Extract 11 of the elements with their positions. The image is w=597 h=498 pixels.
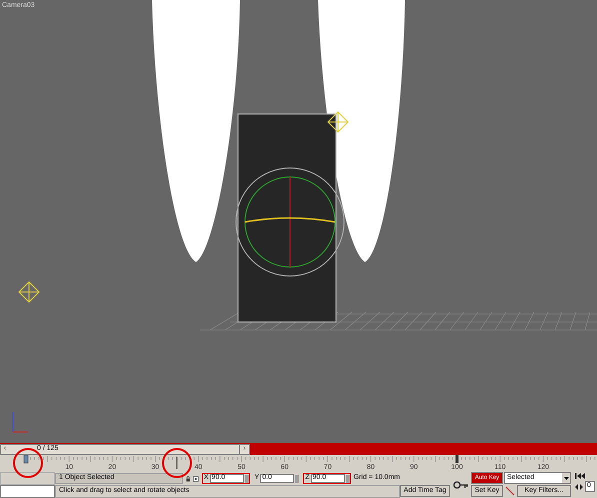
key-marker — [456, 455, 458, 463]
frame-indicator — [176, 456, 178, 470]
script-field[interactable] — [0, 485, 55, 498]
axis-tripod-icon — [12, 412, 28, 433]
line-icon — [505, 486, 515, 496]
lock-icon[interactable] — [186, 474, 190, 482]
time-marker[interactable] — [24, 455, 28, 464]
helper-icon — [18, 282, 40, 303]
key-mode-icon[interactable] — [575, 484, 583, 490]
go-to-start-icon[interactable] — [575, 472, 585, 480]
transform-mode-icon[interactable] — [193, 474, 199, 482]
